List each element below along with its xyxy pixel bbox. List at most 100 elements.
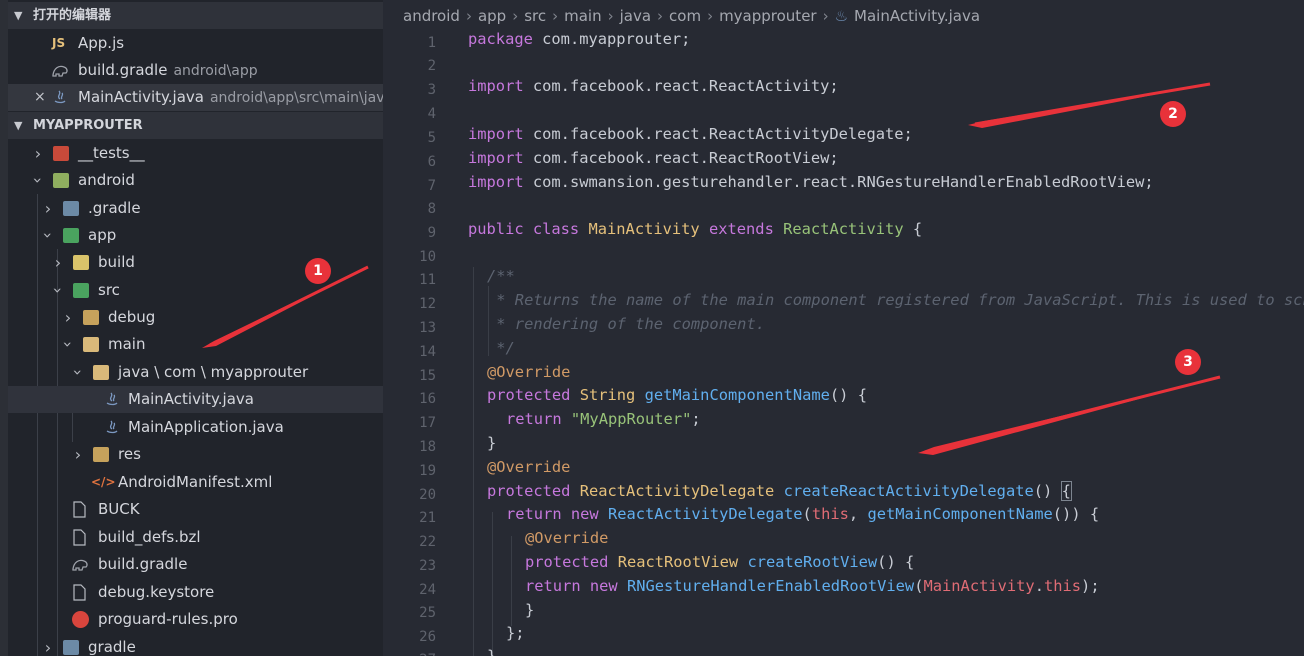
java-file-icon xyxy=(106,392,118,406)
chevron-down-icon: › xyxy=(68,369,88,376)
code-line: public class MainActivity extends ReactA… xyxy=(468,220,923,238)
code-editor[interactable]: android › app › src › main › java › com › myapproute… xyxy=(383,0,1304,656)
open-editors-header[interactable]: ▼ 打开的编辑器 xyxy=(8,2,383,29)
line-number: 14 xyxy=(419,344,436,360)
line-number: 17 xyxy=(419,415,436,431)
chevron-down-icon: › xyxy=(38,232,58,239)
tree-item-build-defs[interactable]: build_defs.bzl xyxy=(8,524,383,551)
line-number: 7 xyxy=(427,178,436,194)
line-number: 2 xyxy=(427,58,436,74)
gradle-elephant-icon xyxy=(52,65,68,77)
chevron-right-icon: › xyxy=(44,199,52,218)
code-line: import com.facebook.react.ReactActivityD… xyxy=(468,125,913,143)
breadcrumb-item[interactable]: java xyxy=(620,7,651,25)
tree-item-label: MainActivity.java xyxy=(128,390,254,408)
code-line: } xyxy=(487,647,497,656)
open-editor-item-appjs[interactable]: JS App.js xyxy=(8,30,383,57)
breadcrumb-item[interactable]: com xyxy=(669,7,701,25)
line-number: 16 xyxy=(419,391,436,407)
tree-item-label: proguard-rules.pro xyxy=(98,610,238,628)
tree-item-label: java \ com \ myapprouter xyxy=(118,363,309,381)
tree-item-label: build xyxy=(98,253,135,271)
line-number: 10 xyxy=(419,249,436,265)
code-line: @Override xyxy=(525,529,609,547)
breadcrumb-item[interactable]: myapprouter xyxy=(719,7,817,25)
tree-item-tests[interactable]: › __tests__ xyxy=(8,140,383,167)
chevron-down-icon: ▼ xyxy=(14,119,23,132)
tree-item-debug-keystore[interactable]: debug.keystore xyxy=(8,579,383,606)
tree-item-mainapplication-java[interactable]: MainApplication.java xyxy=(8,414,383,441)
open-editor-label: build.gradle xyxy=(78,61,168,79)
folder-open-icon xyxy=(83,337,99,352)
line-number: 4 xyxy=(427,106,436,122)
open-editors-title: 打开的编辑器 xyxy=(33,8,112,23)
code-line: } xyxy=(525,601,535,619)
tree-item-dot-gradle[interactable]: › .gradle xyxy=(8,195,383,222)
line-number: 12 xyxy=(419,296,436,312)
project-title: MYAPPROUTER xyxy=(33,118,143,133)
line-number: 21 xyxy=(419,510,436,526)
annotation-badge-1: 1 xyxy=(305,258,331,284)
breadcrumb-item[interactable]: MainActivity.java xyxy=(854,7,980,25)
chevron-down-icon: › xyxy=(48,287,68,294)
line-number: 13 xyxy=(419,320,436,336)
line-number: 9 xyxy=(427,225,436,241)
tree-item-androidmanifest[interactable]: </> AndroidManifest.xml xyxy=(8,469,383,496)
close-icon[interactable]: × xyxy=(34,84,46,111)
breadcrumb-item[interactable]: app xyxy=(478,7,506,25)
tree-item-java-package[interactable]: › java \ com \ myapprouter xyxy=(8,359,383,386)
tree-item-app[interactable]: › app xyxy=(8,222,383,249)
indent-guide xyxy=(492,512,493,656)
chevron-right-icon: › xyxy=(74,445,82,464)
file-icon xyxy=(73,501,86,518)
tree-item-app-build-gradle[interactable]: build.gradle xyxy=(8,551,383,578)
tree-item-src[interactable]: › src xyxy=(8,277,383,304)
code-line: protected ReactActivityDelegate createRe… xyxy=(487,481,1072,501)
tree-item-android[interactable]: › android xyxy=(8,167,383,194)
tree-item-mainactivity-java[interactable]: MainActivity.java xyxy=(8,386,383,413)
breadcrumb-item[interactable]: src xyxy=(524,7,546,25)
tree-item-label: __tests__ xyxy=(78,144,145,162)
folder-open-icon xyxy=(93,365,109,380)
indent-guide xyxy=(473,267,474,656)
tree-item-label: gradle xyxy=(88,638,136,656)
tree-item-res[interactable]: › res xyxy=(8,441,383,468)
breadcrumb-item[interactable]: main xyxy=(564,7,601,25)
tree-item-label: AndroidManifest.xml xyxy=(118,473,273,491)
chevron-right-icon: › xyxy=(54,253,62,272)
project-header[interactable]: ▼ MYAPPROUTER xyxy=(8,112,383,139)
build-folder-icon xyxy=(73,255,89,270)
tree-item-debug[interactable]: › debug xyxy=(8,304,383,331)
code-line: return "MyAppRouter"; xyxy=(506,410,701,428)
tree-item-label: build_defs.bzl xyxy=(98,528,201,546)
code-line: return new RNGestureHandlerEnabledRootVi… xyxy=(525,577,1100,595)
code-line: * rendering of the component. xyxy=(487,315,765,333)
tree-item-main[interactable]: › main xyxy=(8,331,383,358)
code-line: @Override xyxy=(487,458,571,476)
tree-item-label: app xyxy=(88,226,117,244)
code-line: } xyxy=(487,434,497,452)
android-folder-icon xyxy=(53,173,69,188)
tree-item-label: build.gradle xyxy=(98,555,188,573)
tree-item-proguard-rules[interactable]: proguard-rules.pro xyxy=(8,606,383,633)
tree-item-label: res xyxy=(118,445,141,463)
chevron-down-icon: ▼ xyxy=(14,9,23,22)
code-line: * Returns the name of the main component… xyxy=(487,291,1304,309)
line-number: 3 xyxy=(427,82,436,98)
code-line: }; xyxy=(506,624,525,642)
breadcrumb-item[interactable]: android xyxy=(403,7,460,25)
xml-file-icon: </> xyxy=(91,475,116,489)
code-line: protected ReactRootView createRootView()… xyxy=(525,553,915,571)
app-folder-icon xyxy=(63,228,79,243)
code-line: */ xyxy=(487,339,515,357)
open-editor-item-build-gradle[interactable]: build.gradle android\app xyxy=(8,57,383,84)
tree-item-buck[interactable]: BUCK xyxy=(8,496,383,523)
tree-item-gradle-folder[interactable]: › gradle xyxy=(8,634,383,656)
explorer-sidebar: ▼ 打开的编辑器 JS App.js build.gradle android\a… xyxy=(0,0,383,656)
line-number: 20 xyxy=(419,487,436,503)
proguard-icon xyxy=(72,611,89,628)
gradle-folder-icon xyxy=(63,640,79,655)
file-icon xyxy=(73,529,86,546)
code-line: return new ReactActivityDelegate(this, g… xyxy=(506,505,1100,523)
open-editor-item-mainactivity[interactable]: × MainActivity.java android\app\src\main\… xyxy=(8,84,383,111)
